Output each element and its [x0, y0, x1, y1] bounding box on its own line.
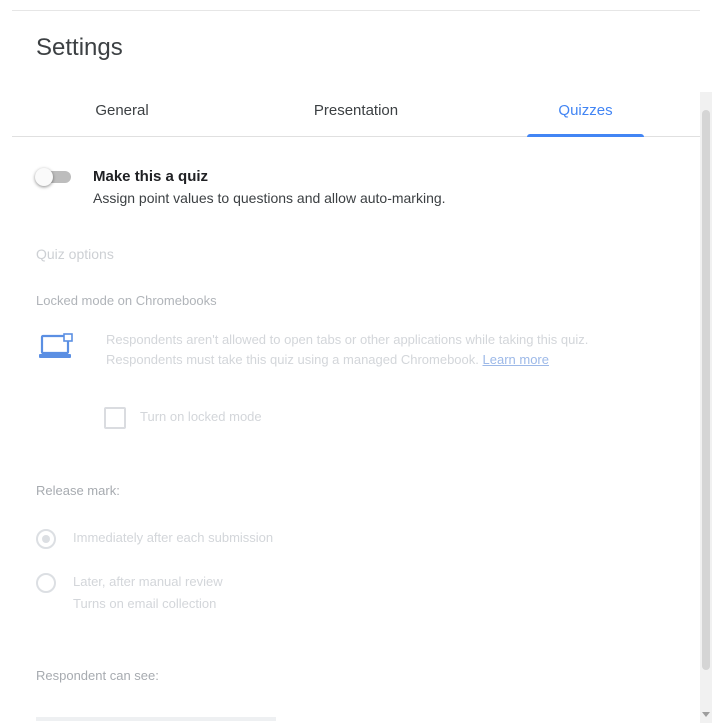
release-immediately-radio[interactable] — [36, 529, 56, 549]
release-later-sublabel: Turns on email collection — [73, 596, 217, 611]
tab-presentation[interactable]: Presentation — [292, 96, 420, 136]
tab-presentation-label: Presentation — [313, 102, 399, 119]
chromebook-icon — [38, 333, 74, 363]
release-mark-heading: Release mark: — [36, 483, 120, 498]
release-later-radio[interactable] — [36, 573, 56, 593]
make-quiz-toggle[interactable] — [35, 168, 75, 186]
scrollbar[interactable] — [700, 92, 712, 723]
tab-quizzes[interactable]: Quizzes — [527, 96, 644, 137]
release-immediately-label: Immediately after each submission — [73, 530, 274, 545]
tab-general[interactable]: General — [58, 96, 186, 136]
next-section-peek — [36, 717, 276, 721]
respondent-can-see-heading: Respondent can see: — [36, 668, 159, 683]
release-later-label: Later, after manual review — [73, 574, 223, 589]
radio-selected-dot — [42, 535, 50, 543]
top-divider — [12, 10, 700, 11]
locked-mode-checkbox-label: Turn on locked mode — [140, 409, 262, 424]
settings-dialog: Settings General Presentation Quizzes Ma… — [0, 0, 712, 723]
tab-general-label: General — [95, 102, 149, 119]
tab-quizzes-label: Quizzes — [558, 102, 613, 119]
quizzes-panel: Make this a quiz Assign point values to … — [0, 140, 700, 723]
make-quiz-label: Make this a quiz — [93, 168, 209, 185]
locked-mode-heading: Locked mode on Chromebooks — [36, 293, 217, 308]
active-tab-indicator — [527, 134, 644, 137]
locked-mode-description: Respondents aren't allowed to open tabs … — [106, 330, 646, 370]
learn-more-link[interactable]: Learn more — [483, 352, 549, 367]
make-quiz-description: Assign point values to questions and all… — [93, 190, 446, 206]
tab-bar: General Presentation Quizzes — [12, 96, 700, 137]
quiz-options-heading: Quiz options — [36, 246, 114, 262]
toggle-thumb — [35, 168, 53, 186]
scrollbar-thumb[interactable] — [702, 110, 710, 670]
locked-mode-checkbox[interactable] — [104, 407, 126, 429]
dialog-title: Settings — [36, 34, 123, 61]
scroll-down-arrow-icon[interactable] — [702, 712, 710, 717]
